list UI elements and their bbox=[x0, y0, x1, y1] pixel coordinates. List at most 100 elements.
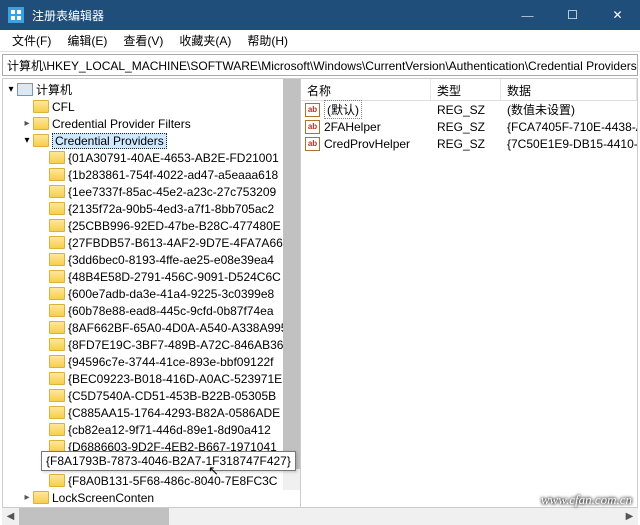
list-row[interactable]: ab(默认)REG_SZ(数值未设置) bbox=[301, 101, 637, 118]
list-row[interactable]: abCredProvHelperREG_SZ{7C50E1E9-DB15-441… bbox=[301, 135, 637, 152]
list-row[interactable]: ab2FAHelperREG_SZ{FCA7405F-710E-4438-ADE… bbox=[301, 118, 637, 135]
tree-item[interactable]: {8FD7E19C-3BF7-489B-A72C-846AB36 bbox=[3, 336, 300, 353]
tree-item-label: {BEC09223-B018-416D-A0AC-523971E bbox=[68, 372, 282, 386]
tree-item[interactable]: {8AF662BF-65A0-4D0A-A540-A338A995 bbox=[3, 319, 300, 336]
tree-item[interactable]: {600e7adb-da3e-41a4-9225-3c0399e8 bbox=[3, 285, 300, 302]
folder-icon bbox=[49, 219, 65, 232]
tree-item-label: {60b78e88-ead8-445c-9cfd-0b87f74ea bbox=[68, 304, 274, 318]
tree-item-label: {01A30791-40AE-4653-AB2E-FD21001 bbox=[68, 151, 279, 165]
tree-item[interactable]: CFL bbox=[3, 98, 300, 115]
tree-item[interactable]: {1b283861-754f-4022-ad47-a5eaaa618 bbox=[3, 166, 300, 183]
tree-item[interactable]: ▸ LockScreenConten bbox=[3, 489, 300, 506]
folder-icon bbox=[33, 491, 49, 504]
maximize-button[interactable]: ☐ bbox=[550, 0, 595, 30]
tree-item[interactable]: {94596c7e-3744-41ce-893e-bbf09122f bbox=[3, 353, 300, 370]
tree-item-label: Credential Provider Filters bbox=[52, 117, 191, 131]
folder-icon bbox=[49, 355, 65, 368]
tree-item[interactable]: ▾Credential Providers bbox=[3, 132, 300, 149]
column-name[interactable]: 名称 bbox=[301, 79, 431, 100]
folder-icon bbox=[49, 389, 65, 402]
tree-item[interactable]: {27FBDB57-B613-4AF2-9D7E-4FA7A66 bbox=[3, 234, 300, 251]
tree-item-label: {1ee7337f-85ac-45e2-a23c-27c753209 bbox=[68, 185, 276, 199]
tree-item-label: LockScreenConten bbox=[52, 491, 154, 505]
menu-view[interactable]: 查看(V) bbox=[115, 30, 171, 51]
tree-item-label: {8AF662BF-65A0-4D0A-A540-A338A995 bbox=[68, 321, 287, 335]
cursor-icon: ↖ bbox=[208, 463, 219, 479]
tree-item-label: {1b283861-754f-4022-ad47-a5eaaa618 bbox=[68, 168, 278, 182]
folder-icon bbox=[49, 270, 65, 283]
menu-file[interactable]: 文件(F) bbox=[4, 30, 59, 51]
address-bar[interactable]: 计算机\HKEY_LOCAL_MACHINE\SOFTWARE\Microsof… bbox=[2, 54, 638, 76]
tree-item[interactable]: ▸ Credential Provider Filters bbox=[3, 115, 300, 132]
chevron-right-icon[interactable]: ▸ bbox=[21, 492, 33, 503]
tree-item-label: {94596c7e-3744-41ce-893e-bbf09122f bbox=[68, 355, 274, 369]
tree-item[interactable]: {C885AA15-1764-4293-B82A-0586ADE bbox=[3, 404, 300, 421]
tree-item-label: {8FD7E19C-3BF7-489B-A72C-846AB36 bbox=[68, 338, 283, 352]
window-title: 注册表编辑器 bbox=[32, 7, 505, 24]
list-panel: 名称 类型 数据 ab(默认)REG_SZ(数值未设置)ab2FAHelperR… bbox=[301, 79, 637, 507]
menu-edit[interactable]: 编辑(E) bbox=[59, 30, 115, 51]
close-button[interactable]: ✕ bbox=[595, 0, 640, 30]
folder-icon bbox=[49, 287, 65, 300]
scrollbar-thumb[interactable] bbox=[283, 79, 300, 469]
tree-item[interactable]: ▸LogonUI bbox=[3, 506, 300, 507]
app-icon bbox=[8, 7, 24, 23]
tree-item[interactable]: {48B4E58D-2791-456C-9091-D524C6C bbox=[3, 268, 300, 285]
value-data: {FCA7405F-710E-4438-ADEE-FB35B bbox=[501, 120, 637, 134]
folder-icon bbox=[49, 253, 65, 266]
tree-item[interactable]: ▾计算机 bbox=[3, 81, 300, 98]
menu-bar: 文件(F) 编辑(E) 查看(V) 收藏夹(A) 帮助(H) bbox=[0, 30, 640, 52]
tree-item[interactable]: {60b78e88-ead8-445c-9cfd-0b87f74ea bbox=[3, 302, 300, 319]
chevron-right-icon[interactable]: ▸ bbox=[21, 118, 33, 129]
tree-item[interactable]: {1ee7337f-85ac-45e2-a23c-27c753209 bbox=[3, 183, 300, 200]
tree-item[interactable]: {01A30791-40AE-4653-AB2E-FD21001 bbox=[3, 149, 300, 166]
tree-item[interactable]: {25CBB996-92ED-47be-B28C-477480E bbox=[3, 217, 300, 234]
tree-item-label: {2135f72a-90b5-4ed3-a7f1-8bb705ac2 bbox=[68, 202, 274, 216]
column-type[interactable]: 类型 bbox=[431, 79, 501, 100]
value-type: REG_SZ bbox=[431, 120, 501, 134]
tree-item-label: {27FBDB57-B613-4AF2-9D7E-4FA7A66 bbox=[68, 236, 283, 250]
value-name: CredProvHelper bbox=[324, 137, 410, 151]
folder-icon bbox=[49, 321, 65, 334]
tree-item-label: {600e7adb-da3e-41a4-9225-3c0399e8 bbox=[68, 287, 274, 301]
tree-item[interactable]: {2135f72a-90b5-4ed3-a7f1-8bb705ac2 bbox=[3, 200, 300, 217]
menu-help[interactable]: 帮助(H) bbox=[239, 30, 296, 51]
folder-icon bbox=[49, 168, 65, 181]
tree-item[interactable]: {BEC09223-B018-416D-A0AC-523971E bbox=[3, 370, 300, 387]
tree-panel: ▾计算机CFL ▸ Credential Provider Filters▾Cred… bbox=[3, 79, 301, 507]
scroll-right-icon[interactable]: ▶ bbox=[621, 511, 638, 522]
tree-item[interactable]: {3dd6bec0-8193-4ffe-ae25-e08e39ea4 bbox=[3, 251, 300, 268]
tree-item-label: {C5D7540A-CD51-453B-B22B-05305B bbox=[68, 389, 276, 403]
tree-item[interactable]: {cb82ea12-9f71-446d-89e1-8d90a412 bbox=[3, 421, 300, 438]
chevron-down-icon[interactable]: ▾ bbox=[5, 84, 17, 95]
minimize-button[interactable]: — bbox=[505, 0, 550, 30]
folder-icon bbox=[49, 202, 65, 215]
tooltip: {F8A1793B-7873-4046-B2A7-1F318747F427} bbox=[41, 451, 296, 471]
column-data[interactable]: 数据 bbox=[501, 79, 637, 100]
folder-icon bbox=[49, 406, 65, 419]
tree-item-label: {cb82ea12-9f71-446d-89e1-8d90a412 bbox=[68, 423, 271, 437]
value-type: REG_SZ bbox=[431, 137, 501, 151]
tree-item[interactable]: {C5D7540A-CD51-453B-B22B-05305B bbox=[3, 387, 300, 404]
folder-icon bbox=[49, 151, 65, 164]
menu-favorites[interactable]: 收藏夹(A) bbox=[171, 30, 239, 51]
string-value-icon: ab bbox=[305, 137, 320, 151]
folder-icon bbox=[49, 304, 65, 317]
watermark: www.cfan.com.cn bbox=[541, 492, 632, 508]
chevron-down-icon[interactable]: ▾ bbox=[21, 135, 33, 146]
list-body: ab(默认)REG_SZ(数值未设置)ab2FAHelperREG_SZ{FCA… bbox=[301, 101, 637, 152]
tree-item-label: {48B4E58D-2791-456C-9091-D524C6C bbox=[68, 270, 281, 284]
content-area: ▾计算机CFL▸Credential Provider Filters▾Cred… bbox=[2, 78, 638, 508]
tree-item-label: {F8A0B131-5F68-486c-8040-7E8FC3C bbox=[68, 474, 277, 488]
tree-item-label: {3dd6bec0-8193-4ffe-ae25-e08e39ea4 bbox=[68, 253, 274, 267]
tree-item-label: {25CBB996-92ED-47be-B28C-477480E bbox=[68, 219, 281, 233]
list-header: 名称 类型 数据 bbox=[301, 79, 637, 101]
tree-item[interactable]: {F8A0B131-5F68-486c-8040-7E8FC3C bbox=[3, 472, 300, 489]
folder-icon bbox=[49, 236, 65, 249]
folder-icon bbox=[49, 338, 65, 351]
value-type: REG_SZ bbox=[431, 103, 501, 117]
string-value-icon: ab bbox=[305, 120, 320, 134]
folder-icon bbox=[49, 423, 65, 436]
scroll-left-icon[interactable]: ◀ bbox=[2, 511, 19, 522]
vertical-scrollbar[interactable] bbox=[283, 79, 300, 490]
